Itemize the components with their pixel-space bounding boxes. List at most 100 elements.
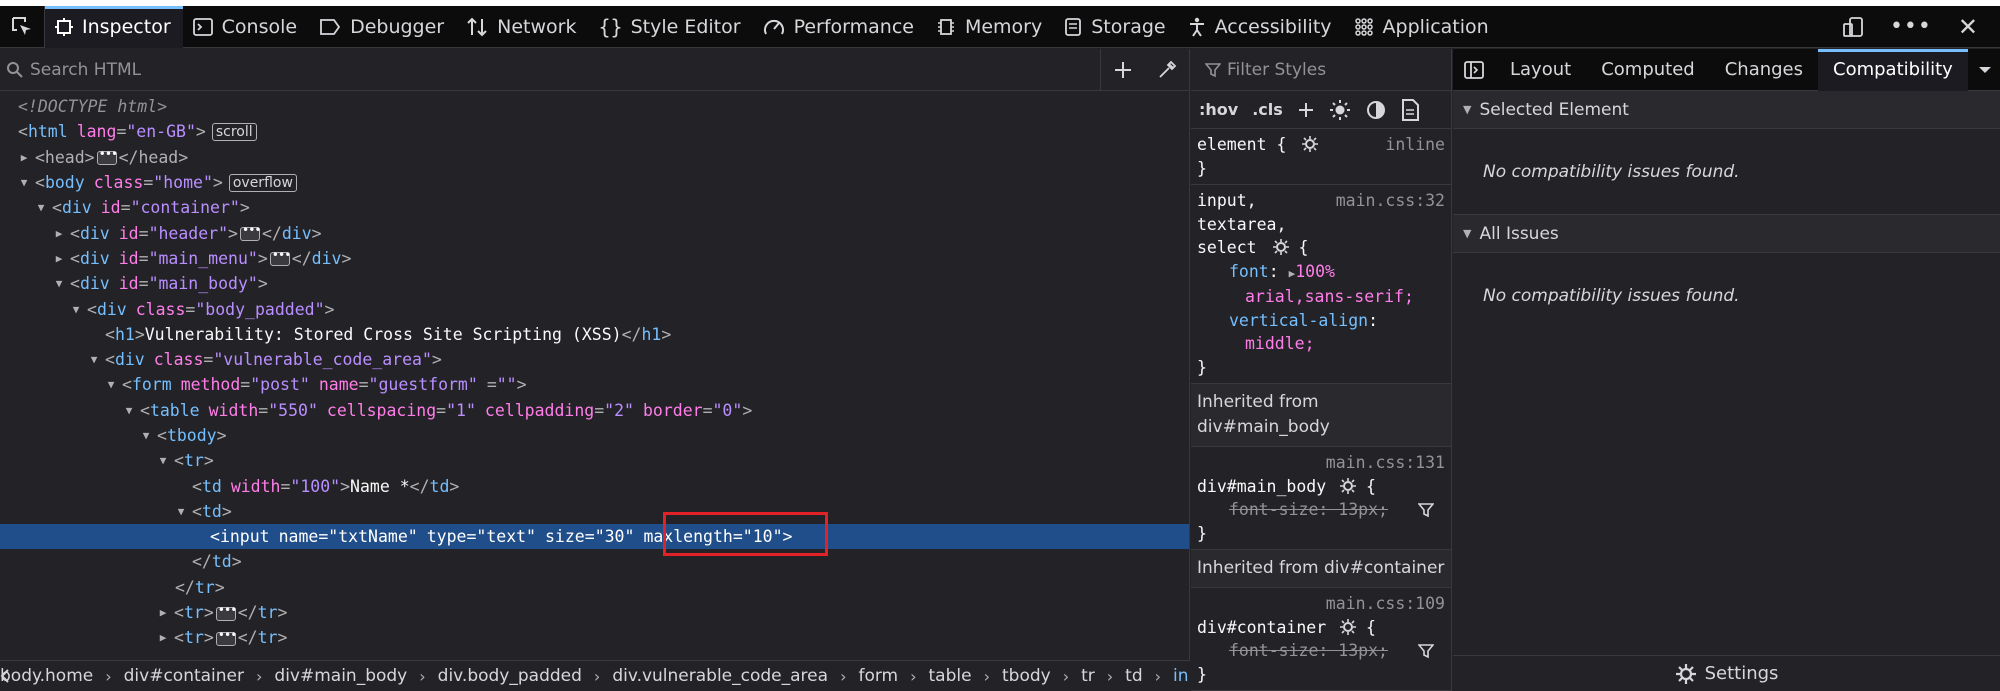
- collapse-twisty-icon[interactable]: ▼: [35, 201, 47, 214]
- tab-debugger[interactable]: Debugger: [309, 6, 456, 48]
- property-name[interactable]: vertical-align: [1229, 311, 1368, 330]
- search-html-input[interactable]: [30, 59, 1100, 80]
- element-picker-button[interactable]: [0, 5, 45, 48]
- property-value[interactable]: middle;: [1197, 332, 1445, 356]
- scroll-badge[interactable]: scroll: [211, 122, 257, 141]
- collapsed-ellipsis-icon[interactable]: [215, 628, 236, 646]
- tree-row[interactable]: ▼ < table width = "550" cellspacing = "1" cell…: [0, 398, 1189, 423]
- cls-toggle[interactable]: .cls: [1252, 100, 1283, 119]
- collapse-twisty-icon[interactable]: ▼: [157, 454, 169, 467]
- tree-row[interactable]: < html lang = "en-GB" > scroll: [0, 119, 1189, 144]
- collapse-twisty-icon[interactable]: ▼: [88, 353, 100, 366]
- light-mode-icon[interactable]: [1329, 99, 1351, 121]
- more-options-icon[interactable]: •••: [1890, 14, 1932, 39]
- expand-twisty-icon[interactable]: ▶: [53, 252, 65, 265]
- tree-row[interactable]: ▼ < div class = "body_padded" >: [0, 296, 1189, 321]
- tab-style-editor[interactable]: {} Style Editor: [588, 6, 752, 48]
- overridden-property[interactable]: font-size: 13px;: [1229, 641, 1388, 660]
- rule-source[interactable]: inline: [1385, 133, 1445, 157]
- collapse-twisty-icon[interactable]: ▼: [123, 404, 135, 417]
- breadcrumb-item[interactable]: body.home: [0, 666, 97, 686]
- gear-icon[interactable]: [1302, 136, 1319, 152]
- overflow-badge[interactable]: overflow: [228, 173, 297, 192]
- tree-row[interactable]: ▼ < tr >: [0, 448, 1189, 473]
- filter-icon[interactable]: [1417, 502, 1434, 518]
- tree-row[interactable]: ▼ < div id = "container" >: [0, 195, 1189, 220]
- tab-computed[interactable]: Computed: [1586, 49, 1710, 91]
- tab-changes[interactable]: Changes: [1710, 49, 1818, 91]
- collapse-twisty-icon[interactable]: ▼: [175, 505, 187, 518]
- tree-row[interactable]: ▶ <head> </head>: [0, 145, 1189, 170]
- rule-container[interactable]: main.css:109 div#container { font-size: …: [1191, 588, 1451, 691]
- breadcrumb-item[interactable]: tbody: [998, 666, 1055, 686]
- breadcrumb-item[interactable]: td: [1121, 666, 1146, 686]
- tree-row[interactable]: < td width = "100" > Name * </td >: [0, 473, 1189, 498]
- rule-source[interactable]: main.css:131: [1197, 451, 1445, 475]
- collapsed-ellipsis-icon[interactable]: [239, 223, 261, 242]
- tab-compatibility[interactable]: Compatibility: [1818, 48, 1968, 91]
- breadcrumb-item[interactable]: form: [854, 666, 902, 686]
- gear-icon[interactable]: [1340, 618, 1357, 635]
- expand-twisty-icon[interactable]: ▶: [157, 606, 169, 619]
- collapsed-ellipsis-icon[interactable]: [96, 147, 117, 166]
- rule-source[interactable]: main.css:32: [1336, 189, 1445, 213]
- breadcrumb-item[interactable]: tr: [1077, 666, 1099, 686]
- overridden-property[interactable]: font-size: 13px;: [1229, 500, 1388, 519]
- toggle-pane-button[interactable]: [1453, 49, 1495, 91]
- tree-row[interactable]: </td >: [0, 549, 1189, 574]
- section-selected-element[interactable]: ▼ Selected Element: [1453, 91, 2000, 129]
- expand-twisty-icon[interactable]: ▶: [18, 151, 30, 164]
- collapsed-ellipsis-icon[interactable]: [269, 248, 290, 267]
- eyedropper-button[interactable]: [1145, 49, 1189, 91]
- property-name[interactable]: font: [1229, 262, 1269, 281]
- breadcrumb-item[interactable]: table: [925, 666, 976, 686]
- tree-row[interactable]: </tr >: [0, 575, 1189, 600]
- tree-row[interactable]: ▶<div id="header"></div>: [0, 220, 1189, 245]
- expand-twisty-icon[interactable]: ▶: [53, 227, 65, 240]
- section-all-issues[interactable]: ▼ All Issues: [1453, 215, 2000, 253]
- print-media-icon[interactable]: [1401, 98, 1419, 121]
- tree-row[interactable]: < h1 > Vulnerability: Stored Cross Site Scr…: [0, 322, 1189, 347]
- tree-row[interactable]: ▼ < tbody >: [0, 423, 1189, 448]
- tab-memory[interactable]: Memory: [926, 6, 1054, 48]
- collapse-twisty-icon[interactable]: ▼: [53, 277, 65, 290]
- tree-row[interactable]: ▼ < div class = "vulnerable_code_area" >: [0, 347, 1189, 372]
- responsive-design-icon[interactable]: [1842, 16, 1864, 38]
- tree-row[interactable]: ▶<tr></tr>: [0, 625, 1189, 650]
- property-value[interactable]: 100%: [1295, 262, 1335, 281]
- gear-icon[interactable]: [1340, 477, 1357, 494]
- tree-row[interactable]: ▼ < body class = "home" > overflow: [0, 170, 1189, 195]
- collapse-twisty-icon[interactable]: ▼: [105, 378, 117, 391]
- collapse-twisty-icon[interactable]: ▼: [18, 176, 30, 189]
- tab-layout[interactable]: Layout: [1495, 49, 1586, 91]
- close-icon[interactable]: ✕: [1958, 13, 1978, 41]
- breadcrumb-item-current[interactable]: input: [1169, 666, 1190, 686]
- tree-row[interactable]: ▼ < form method = "post" name = "guestform" = "…: [0, 372, 1189, 397]
- tab-application[interactable]: Application: [1344, 6, 1501, 48]
- tab-performance[interactable]: Performance: [753, 6, 926, 48]
- tree-row[interactable]: ▼ < td >: [0, 499, 1189, 524]
- tree-row[interactable]: ▶<div id="main_menu"></div>: [0, 246, 1189, 271]
- gear-icon[interactable]: [1272, 239, 1289, 255]
- dark-mode-icon[interactable]: [1365, 99, 1387, 121]
- tab-console[interactable]: Console: [183, 6, 309, 48]
- collapse-twisty-icon[interactable]: ▼: [70, 303, 82, 316]
- tree-row-selected[interactable]: < input name = "txtName" type = "text" size = "…: [0, 524, 1189, 550]
- chevron-down-icon[interactable]: [1970, 65, 2000, 75]
- collapse-twisty-icon[interactable]: ▼: [140, 429, 152, 442]
- tab-inspector[interactable]: Inspector: [45, 5, 183, 48]
- filter-icon[interactable]: [1417, 643, 1434, 659]
- breadcrumb-item[interactable]: div#container: [120, 666, 248, 686]
- breadcrumb-item[interactable]: div#main_body: [270, 666, 411, 686]
- tab-network[interactable]: Network: [456, 6, 588, 48]
- tree-row[interactable]: <!DOCTYPE html>: [0, 94, 1189, 119]
- settings-button[interactable]: Settings: [1453, 655, 2000, 691]
- rule-element[interactable]: element { inline }: [1191, 129, 1451, 185]
- rule-source[interactable]: main.css:109: [1197, 592, 1445, 616]
- add-rule-icon[interactable]: [1297, 101, 1315, 119]
- expand-twisty-icon[interactable]: ▶: [157, 631, 169, 644]
- tree-row[interactable]: ▼ < div id = "main_body" >: [0, 271, 1189, 296]
- tab-accessibility[interactable]: Accessibility: [1178, 6, 1344, 48]
- hov-toggle[interactable]: :hov: [1199, 100, 1238, 119]
- tab-storage[interactable]: Storage: [1054, 6, 1177, 48]
